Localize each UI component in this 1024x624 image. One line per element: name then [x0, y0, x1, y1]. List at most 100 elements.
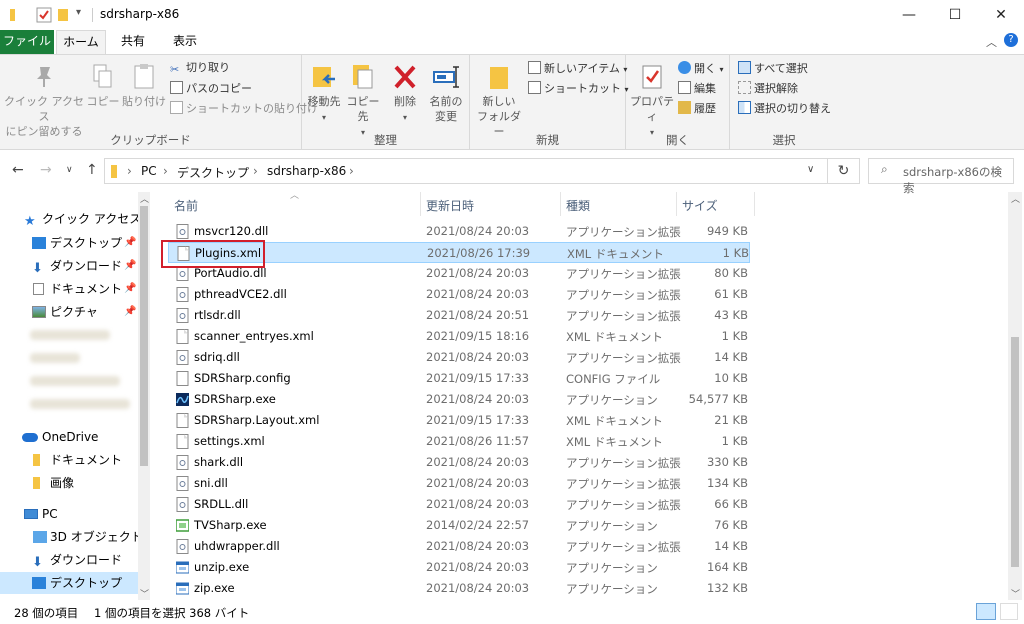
- tab-view[interactable]: 表示: [162, 30, 208, 54]
- sdrsharp-app-icon: [176, 393, 189, 406]
- folder-icon: [111, 165, 117, 178]
- cut-label: 切り取り: [186, 61, 230, 74]
- pinned-icon: 📌: [124, 237, 137, 248]
- nav-pane-scrollbar[interactable]: ︿ ﹀: [138, 192, 150, 600]
- nav-quick-access[interactable]: ★ クイック アクセス: [0, 208, 141, 230]
- nav-item-downloads[interactable]: ⬇ ダウンロード 📌: [0, 255, 138, 277]
- breadcrumb-pc[interactable]: PC: [141, 164, 157, 178]
- paste-shortcut-button[interactable]: ショートカットの貼り付け: [170, 101, 318, 116]
- file-scroll-thumb[interactable]: [1011, 337, 1019, 567]
- select-none-button[interactable]: 選択解除: [738, 81, 798, 96]
- new-item-icon: [528, 61, 541, 74]
- pin-quick-access-button[interactable]: クイック アクセス にピン留めする: [4, 63, 84, 139]
- move-to-button[interactable]: 移動先 ▾: [306, 63, 342, 125]
- details-view-icon[interactable]: [976, 603, 996, 620]
- tab-home[interactable]: ホーム: [56, 30, 106, 54]
- new-folder-button[interactable]: 新しい フォルダー: [474, 63, 524, 139]
- help-icon[interactable]: ?: [1004, 33, 1018, 47]
- breadcrumb-desktop[interactable]: デスクトップ: [177, 164, 249, 181]
- column-divider: [560, 192, 561, 216]
- rename-button[interactable]: 名前の 変更: [426, 63, 466, 124]
- file-name: sdriq.dll: [194, 350, 240, 364]
- tab-share[interactable]: 共有: [110, 30, 156, 54]
- search-input[interactable]: ⌕ sdrsharp-x86の検索: [868, 158, 1014, 195]
- open-label: 開く: [694, 62, 716, 75]
- file-row[interactable]: scanner_entryes.xml 2021/09/15 18:16 XML ド…: [168, 326, 750, 347]
- new-item-button[interactable]: 新しいアイテム ▾: [528, 61, 627, 77]
- minimize-button[interactable]: —: [886, 0, 932, 30]
- file-size: 164 KB: [706, 560, 748, 574]
- quick-access-dropdown-icon[interactable]: ▾: [76, 7, 81, 23]
- file-row[interactable]: pthreadVCE2.dll 2021/08/24 20:03 アプリケーション拡…: [168, 284, 750, 305]
- file-row[interactable]: sni.dll 2021/08/24 20:03 アプリケーション拡張 134 KB: [168, 473, 750, 494]
- copy-path-button[interactable]: パスのコピー: [170, 81, 252, 96]
- breadcrumb-current-folder[interactable]: sdrsharp-x86: [267, 164, 346, 178]
- column-name[interactable]: 名前: [174, 197, 198, 214]
- nav-scroll-thumb[interactable]: [140, 206, 148, 466]
- file-size: 54,577 KB: [688, 392, 748, 406]
- file-row[interactable]: unzip.exe 2021/08/24 20:03 アプリケーション 164 KB: [168, 557, 750, 578]
- file-row[interactable]: SDRSharp.config 2021/09/15 17:33 CONFIG ファ…: [168, 368, 750, 389]
- properties-button[interactable]: プロパティ ▾: [628, 63, 676, 140]
- file-row[interactable]: TVSharp.exe 2014/02/24 22:57 アプリケーション 76 KB: [168, 515, 750, 536]
- back-arrow-icon[interactable]: ←: [12, 162, 24, 178]
- file-type: アプリケーション拡張: [566, 267, 681, 281]
- file-date: 2021/09/15 18:16: [426, 329, 530, 343]
- large-icons-view-icon[interactable]: [1000, 603, 1018, 620]
- refresh-icon[interactable]: ↻: [828, 158, 860, 184]
- file-row[interactable]: SDRSharp.exe 2021/08/24 20:03 アプリケーション 54,5…: [168, 389, 750, 410]
- copy-button[interactable]: コピー: [86, 63, 120, 109]
- file-row[interactable]: shark.dll 2021/08/24 20:03 アプリケーション拡張 330 K…: [168, 452, 750, 473]
- column-date[interactable]: 更新日時: [426, 197, 474, 214]
- recent-locations-icon[interactable]: ∨: [66, 165, 73, 175]
- select-all-button[interactable]: すべて選択: [738, 61, 808, 76]
- blurred-nav-item: [30, 376, 120, 386]
- nav-item-3d-objects[interactable]: 3D オブジェクト: [0, 526, 143, 548]
- invert-selection-button[interactable]: 選択の切り替え: [738, 101, 831, 116]
- search-placeholder: sdrsharp-x86の検索: [903, 165, 1002, 195]
- file-row[interactable]: settings.xml 2021/08/26 11:57 XML ドキュメント 1 …: [168, 431, 750, 452]
- paste-button[interactable]: 貼り付け: [122, 63, 166, 109]
- column-size[interactable]: サイズ: [682, 197, 718, 214]
- edit-button[interactable]: 編集: [678, 81, 716, 96]
- organize-group: 移動先 ▾ コピー先 ▾ 削除 ▾ 名前の 変更 整理: [302, 55, 470, 150]
- nav-item-pictures[interactable]: ピクチャ 📌: [0, 301, 138, 323]
- nav-item-onedrive-pictures[interactable]: 画像: [0, 472, 138, 494]
- easy-access-button[interactable]: ショートカット ▾: [528, 81, 629, 97]
- file-row[interactable]: SDRSharp.Layout.xml 2021/09/15 17:33 XML ド…: [168, 410, 750, 431]
- nav-pc[interactable]: PC: [0, 503, 138, 525]
- address-dropdown-icon[interactable]: ∨: [807, 164, 814, 175]
- nav-onedrive[interactable]: OneDrive: [0, 426, 138, 448]
- history-button[interactable]: 履歴: [678, 101, 716, 116]
- nav-item-pc-downloads[interactable]: ⬇ ダウンロード: [0, 549, 138, 571]
- address-bar[interactable]: › PC › デスクトップ › sdrsharp-x86 › ∨: [104, 158, 828, 184]
- up-arrow-icon[interactable]: ↑: [86, 162, 98, 178]
- file-row[interactable]: SRDLL.dll 2021/08/24 20:03 アプリケーション拡張 66 KB: [168, 494, 750, 515]
- file-row[interactable]: sdriq.dll 2021/08/24 20:03 アプリケーション拡張 14 KB: [168, 347, 750, 368]
- properties-quick-icon[interactable]: [36, 7, 52, 23]
- nav-item-documents[interactable]: ドキュメント 📌: [0, 278, 138, 300]
- file-row[interactable]: rtlsdr.dll 2021/08/24 20:51 アプリケーション拡張 43 K…: [168, 305, 750, 326]
- nav-item-onedrive-documents[interactable]: ドキュメント: [0, 449, 138, 471]
- tab-file[interactable]: ファイル: [0, 30, 54, 54]
- file-type: アプリケーション拡張: [566, 225, 681, 239]
- file-row[interactable]: msvcr120.dll 2021/08/24 20:03 アプリケーション拡張 94…: [168, 221, 750, 242]
- maximize-button[interactable]: ☐: [932, 0, 978, 30]
- new-folder-quick-icon[interactable]: [58, 7, 70, 23]
- column-type[interactable]: 種類: [566, 197, 590, 214]
- nav-item-desktop[interactable]: デスクトップ 📌: [0, 232, 138, 254]
- cut-button[interactable]: ✂ 切り取り: [170, 61, 230, 76]
- column-divider: [754, 192, 755, 216]
- forward-arrow-icon[interactable]: →: [40, 162, 52, 178]
- dll-icon: [176, 287, 189, 302]
- file-row[interactable]: zip.exe 2021/08/24 20:03 アプリケーション 132 KB: [168, 578, 750, 599]
- delete-button[interactable]: 削除 ▾: [390, 63, 420, 125]
- collapse-ribbon-icon[interactable]: ︿: [986, 34, 997, 50]
- file-size: 10 KB: [714, 371, 748, 385]
- nav-item-pc-desktop[interactable]: デスクトップ: [0, 572, 138, 594]
- open-button[interactable]: 開く ▾: [678, 61, 724, 77]
- file-row[interactable]: uhdwrapper.dll 2021/08/24 20:03 アプリケーション拡張…: [168, 536, 750, 557]
- copy-to-button[interactable]: コピー先 ▾: [344, 63, 382, 140]
- close-button[interactable]: ✕: [978, 0, 1024, 30]
- file-list-scrollbar[interactable]: ︿ ﹀: [1008, 192, 1022, 600]
